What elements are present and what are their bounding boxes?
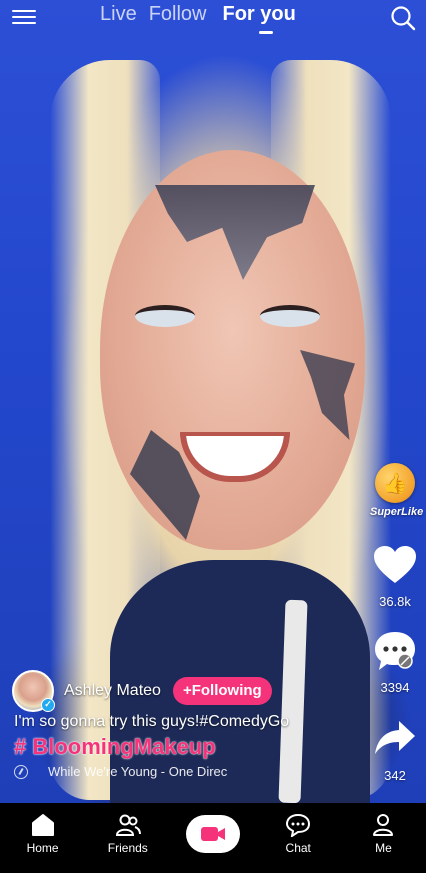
tab-live[interactable]: Live [100, 3, 137, 26]
tab-for-you[interactable]: For you [223, 3, 296, 34]
nav-chat-label: Chat [285, 841, 311, 855]
friends-icon [115, 814, 141, 836]
music-title: While We're Young - One Direc [48, 764, 228, 779]
nav-me[interactable]: Me [341, 803, 426, 873]
nav-chat[interactable]: Chat [256, 803, 341, 873]
comment-count: 3394 [380, 680, 410, 695]
nav-home[interactable]: Home [0, 803, 85, 873]
create-button[interactable] [186, 815, 240, 853]
nav-friends-label: Friends [107, 841, 148, 855]
author-row: ✓ Ashley Mateo +Following [12, 670, 272, 712]
comment-icon [375, 632, 415, 670]
chat-icon [286, 813, 311, 837]
post-caption[interactable]: I'm so gonna try this guys!#ComedyGo [14, 713, 384, 731]
comment-button[interactable]: 3394 [370, 630, 420, 695]
camera-icon [201, 827, 225, 841]
following-button[interactable]: +Following [172, 677, 272, 705]
verified-check-icon: ✓ [41, 698, 55, 712]
profile-icon [373, 814, 394, 836]
music-track[interactable]: While We're Young - One Direc [14, 764, 264, 779]
nav-friends[interactable]: Friends [85, 803, 170, 873]
music-disc-icon [14, 764, 28, 779]
search-icon[interactable] [390, 5, 416, 31]
nav-create[interactable] [170, 803, 255, 873]
bottom-nav: Home Friends Chat Me [0, 803, 426, 873]
home-icon [31, 814, 54, 836]
hamburger-menu-icon[interactable] [12, 6, 36, 26]
feed-tabs: Live Follow For you [100, 3, 296, 34]
avatar[interactable]: ✓ [12, 670, 55, 712]
eye-right [260, 305, 320, 327]
like-button[interactable]: 36.8k [370, 545, 420, 609]
nav-me-label: Me [375, 841, 392, 855]
top-bar: Live Follow For you [0, 0, 426, 40]
author-name[interactable]: Ashley Mateo [64, 682, 161, 700]
like-count: 36.8k [379, 594, 411, 609]
heart-icon [374, 546, 416, 583]
hashtag-link[interactable]: # BloomingMakeup [14, 734, 216, 760]
superlike-button[interactable]: 👍 SuperLike [370, 463, 424, 518]
share-count: 342 [384, 768, 406, 783]
eye-left [135, 305, 195, 327]
nav-home-label: Home [26, 841, 59, 855]
superlike-label: SuperLike [370, 506, 424, 518]
thumbs-up-icon: 👍 [375, 463, 415, 503]
tab-follow[interactable]: Follow [149, 3, 207, 26]
